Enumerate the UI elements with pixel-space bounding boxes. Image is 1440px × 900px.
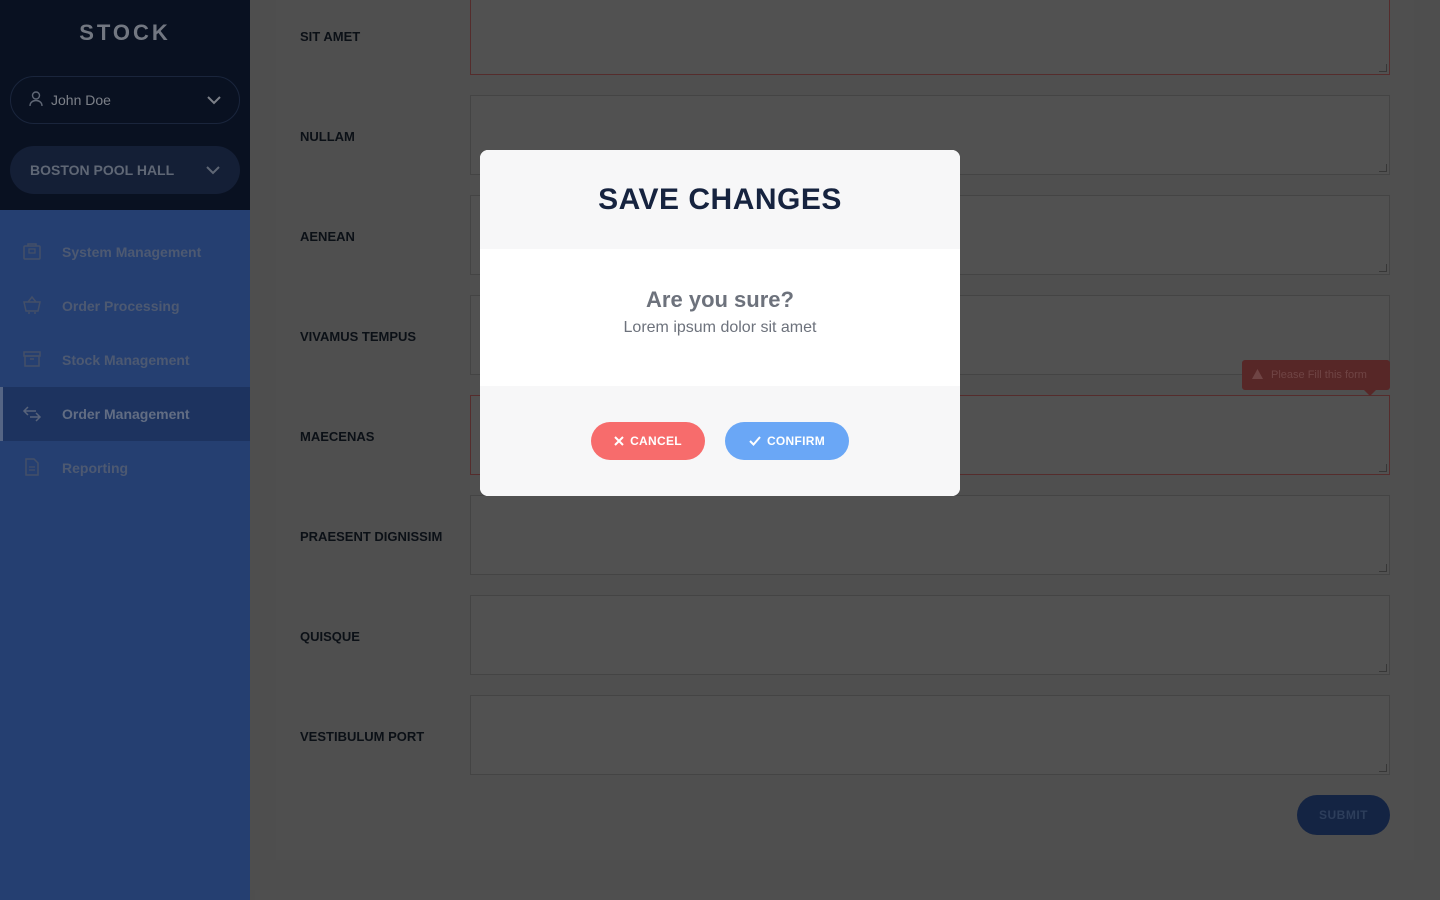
cancel-label: CANCEL xyxy=(630,434,682,448)
dialog-title: SAVE CHANGES xyxy=(598,182,842,216)
confirm-label: CONFIRM xyxy=(766,434,826,448)
cancel-button[interactable]: CANCEL xyxy=(591,422,705,460)
confirm-button[interactable]: CONFIRM xyxy=(725,422,849,460)
dialog-message: Lorem ipsum dolor sit amet xyxy=(623,319,817,336)
save-changes-dialog: SAVE CHANGES Are you sure? Lorem ipsum d… xyxy=(480,150,960,496)
checkmark-icon xyxy=(749,434,761,449)
dialog-question: Are you sure? xyxy=(646,287,794,312)
close-icon xyxy=(614,434,624,449)
dialog-header: SAVE CHANGES xyxy=(480,150,960,249)
dialog-footer: CANCEL CONFIRM xyxy=(480,386,960,496)
dialog-body: Are you sure? Lorem ipsum dolor sit amet xyxy=(480,249,960,386)
